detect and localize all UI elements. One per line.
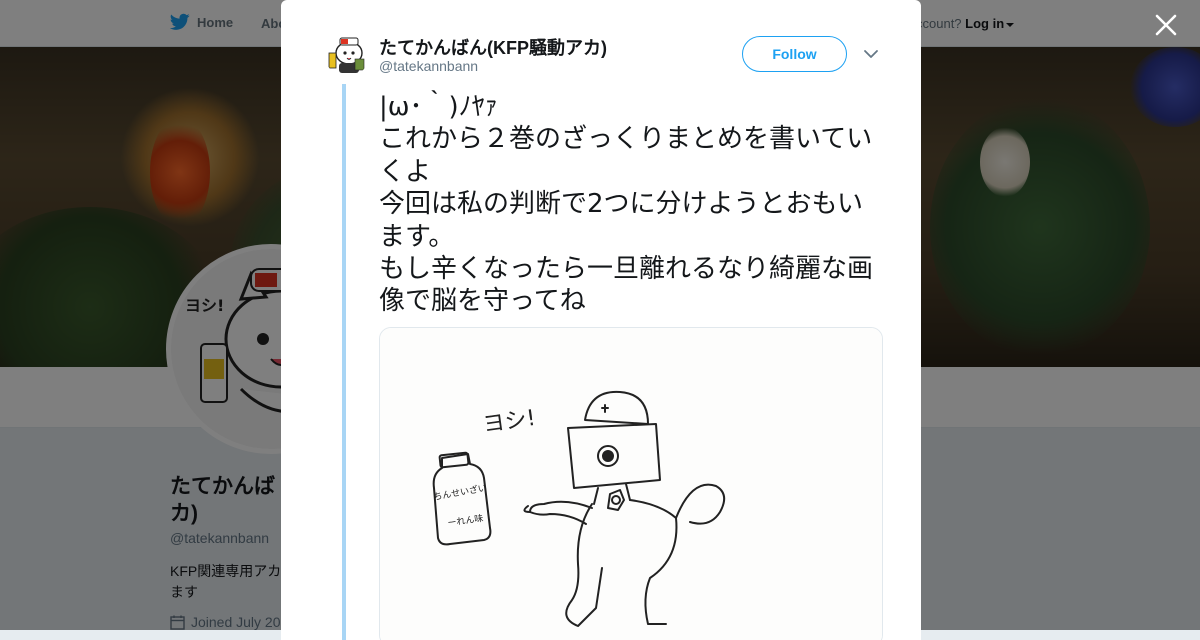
chevron-down-icon[interactable] <box>863 46 879 62</box>
close-icon[interactable] <box>1153 12 1179 38</box>
author-name[interactable]: たてかんばん(KFP騒動アカ) <box>379 34 607 60</box>
hand-drawn-illustration: ヨシ! ちんせいざい ーれん味 <box>380 328 882 640</box>
thread-connector-line <box>342 84 346 640</box>
tweet-text: |ω･｀)ﾉﾔｧ これから２巻のざっくりまとめを書いていくよ 今回は私の判断で2… <box>379 92 874 317</box>
follow-button[interactable]: Follow <box>742 36 847 72</box>
author-handle[interactable]: @tatekannbann <box>379 58 478 74</box>
author-avatar[interactable] <box>325 33 369 77</box>
tweet-media-image[interactable]: ヨシ! ちんせいざい ーれん味 <box>379 327 883 640</box>
cat-mascot-small-avatar-image <box>325 33 369 77</box>
tweet-modal: たてかんばん(KFP騒動アカ) @tatekannbann Follow |ω･… <box>281 0 921 640</box>
